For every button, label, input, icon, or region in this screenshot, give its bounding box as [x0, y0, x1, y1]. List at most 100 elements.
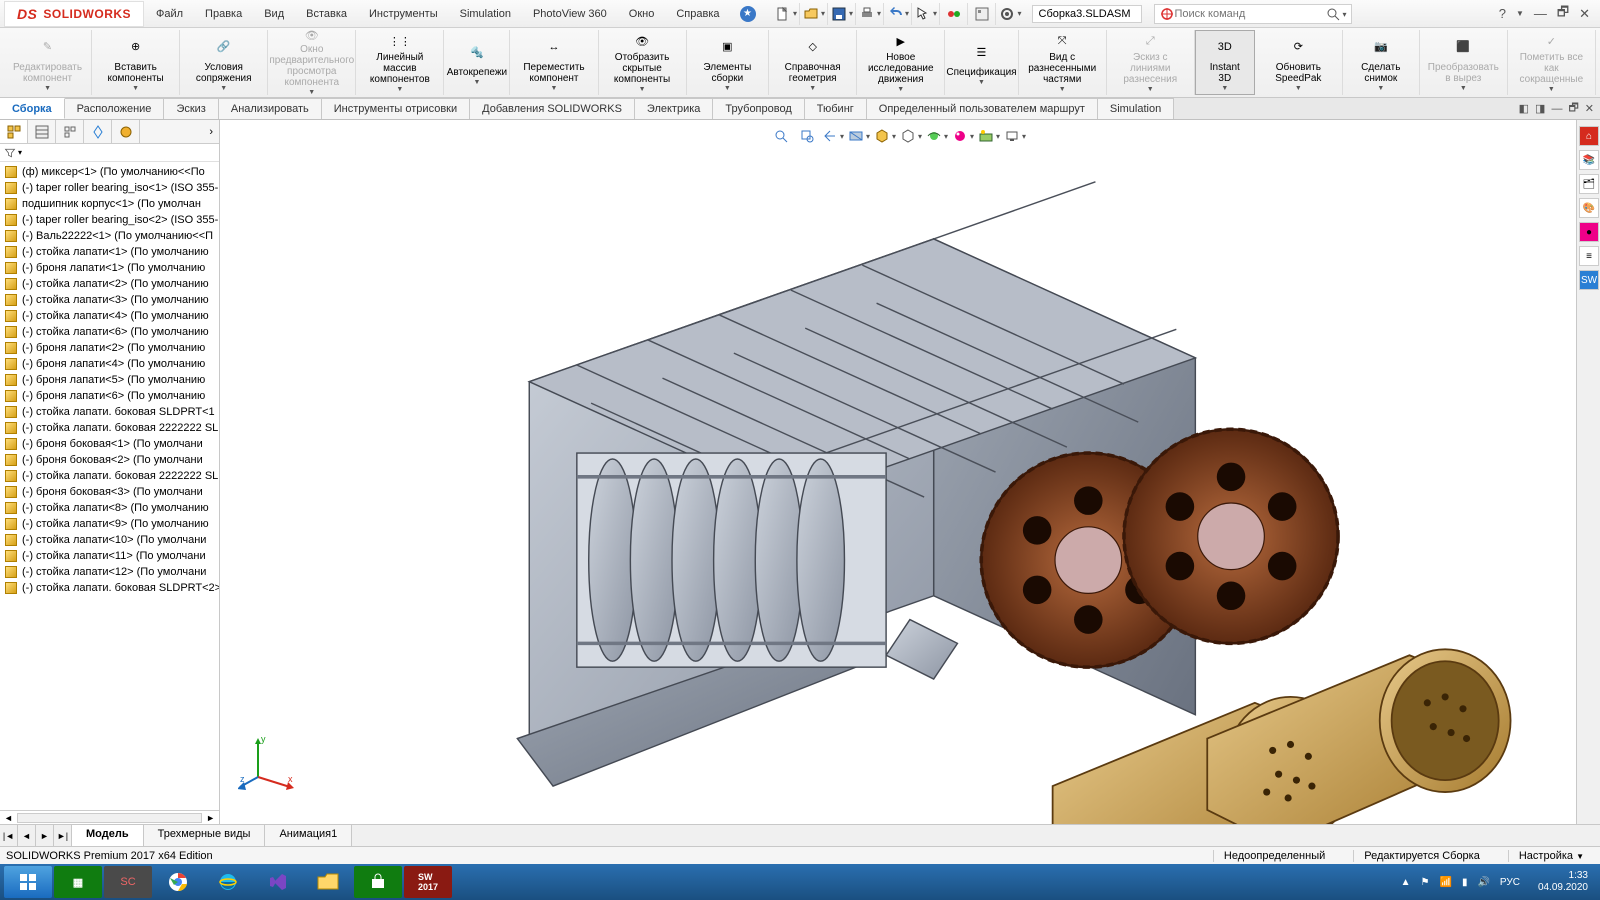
orientation-triad[interactable]: y x z — [238, 732, 298, 792]
help-question-icon[interactable]: ? — [1499, 6, 1506, 21]
tab-определенный-пользователем-маршрут[interactable]: Определенный пользователем маршрут — [867, 98, 1098, 119]
tab-добавления-solidworks[interactable]: Добавления SOLIDWORKS — [470, 98, 635, 119]
panel-toggle-right-icon[interactable]: ◨ — [1535, 102, 1545, 115]
tree-filter-row[interactable]: ▾ — [0, 144, 219, 162]
ribbon-условия-сопряжения[interactable]: 🔗Условия сопряжения▼ — [180, 30, 268, 95]
tab-эскиз[interactable]: Эскиз — [164, 98, 218, 119]
status-custom[interactable]: Настройка ▼ — [1508, 850, 1594, 862]
tab-next-icon[interactable]: ► — [36, 825, 54, 846]
tray-battery-icon[interactable]: ▮ — [1462, 877, 1468, 888]
ribbon-вставить-компоненты[interactable]: ⊕Вставить компоненты▼ — [92, 30, 180, 95]
menu-file[interactable]: Файл — [146, 4, 193, 24]
task-app1-icon[interactable]: SC — [104, 866, 152, 898]
motion-tab-трехмерные виды[interactable]: Трехмерные виды — [144, 825, 266, 846]
config-manager-tab[interactable] — [56, 120, 84, 143]
tree-item[interactable]: (-) броня боковая<2> (По умолчани — [0, 452, 219, 468]
undo-button[interactable] — [886, 3, 912, 25]
ribbon-переместить-компонент[interactable]: ↔Переместить компонент▼ — [510, 30, 598, 95]
resources-tab-icon[interactable]: ⌂ — [1579, 126, 1599, 146]
help-icon[interactable]: ★ — [740, 6, 756, 22]
new-doc-button[interactable] — [774, 3, 800, 25]
tree-item[interactable]: (-) броня лапати<6> (По умолчанию — [0, 388, 219, 404]
tree-hscroll[interactable]: ◄ ► — [0, 810, 219, 824]
feature-tree-tab[interactable] — [0, 120, 28, 143]
menu-help[interactable]: Справка — [666, 4, 729, 24]
ribbon-справочная-геометрия[interactable]: ◇Справочная геометрия▼ — [769, 30, 857, 95]
custom-props-icon[interactable]: ≡ — [1579, 246, 1599, 266]
tray-volume-icon[interactable]: 🔊 — [1477, 877, 1489, 888]
open-doc-button[interactable] — [802, 3, 828, 25]
task-explorer-icon[interactable] — [304, 866, 352, 898]
tab-тюбинг[interactable]: Тюбинг — [805, 98, 867, 119]
menu-photoview[interactable]: PhotoView 360 — [523, 4, 617, 24]
menu-insert[interactable]: Вставка — [296, 4, 357, 24]
scroll-right-icon[interactable]: ► — [202, 813, 219, 823]
tree-item[interactable]: (-) стойка лапати<1> (По умолчанию — [0, 244, 219, 260]
tab-last-icon[interactable]: ►| — [54, 825, 72, 846]
print-button[interactable] — [858, 3, 884, 25]
tree-item[interactable]: (-) броня боковая<3> (По умолчани — [0, 484, 219, 500]
task-excel-icon[interactable]: ▦ — [54, 866, 102, 898]
menu-edit[interactable]: Правка — [195, 4, 252, 24]
dim-expert-tab[interactable] — [84, 120, 112, 143]
select-button[interactable] — [914, 3, 940, 25]
task-vs-icon[interactable] — [254, 866, 302, 898]
property-manager-tab[interactable] — [28, 120, 56, 143]
tab-расположение[interactable]: Расположение — [65, 98, 165, 119]
motion-tab-модель[interactable]: Модель — [72, 825, 144, 846]
restore-button[interactable]: 🗗 — [1557, 3, 1569, 25]
tab-анализировать[interactable]: Анализировать — [219, 98, 322, 119]
start-button[interactable] — [4, 866, 52, 898]
search-dropdown-icon[interactable] — [1341, 8, 1347, 20]
scroll-left-icon[interactable]: ◄ — [0, 813, 17, 823]
tree-item[interactable]: (-) стойка лапати<2> (По умолчанию — [0, 276, 219, 292]
view-palette-icon[interactable]: 🎨 — [1579, 198, 1599, 218]
forum-icon[interactable]: SW — [1579, 270, 1599, 290]
graphics-viewport[interactable]: y x z — [220, 120, 1576, 824]
ribbon-элементы-сборки[interactable]: ▣Элементы сборки▼ — [687, 30, 770, 95]
menu-tools[interactable]: Инструменты — [359, 4, 448, 24]
ribbon-новое-исследование-движен[interactable]: ▶Новое исследование движения▼ — [857, 30, 945, 95]
doc-minimize-icon[interactable]: — — [1551, 103, 1562, 115]
task-store-icon[interactable] — [354, 866, 402, 898]
tree-item[interactable]: (-) стойка лапати<6> (По умолчанию — [0, 324, 219, 340]
settings-button[interactable] — [998, 3, 1024, 25]
tree-item[interactable]: (-) броня лапати<1> (По умолчанию — [0, 260, 219, 276]
command-search-input[interactable] — [1175, 8, 1325, 20]
design-library-icon[interactable]: 📚 — [1579, 150, 1599, 170]
options-button[interactable] — [970, 3, 996, 25]
menu-simulation[interactable]: Simulation — [450, 4, 521, 24]
tree-item[interactable]: (-) стойка лапати. боковая 2222222 SLI — [0, 420, 219, 436]
ribbon-отобразить-скрытые-компон[interactable]: 👁Отобразить скрытые компоненты▼ — [599, 30, 687, 95]
tree-item[interactable]: (-) стойка лапати. боковая SLDPRT<1 — [0, 404, 219, 420]
ribbon-вид-с-разнесенными-частям[interactable]: ⤧Вид с разнесенными частями▼ — [1019, 30, 1107, 95]
tray-up-icon[interactable]: ▲ — [1401, 877, 1411, 888]
tree-item[interactable]: (-) стойка лапати<8> (По умолчанию — [0, 500, 219, 516]
tree-item[interactable]: (-) стойка лапати<9> (По умолчанию — [0, 516, 219, 532]
expand-panel-icon[interactable]: › — [203, 120, 219, 143]
search-icon[interactable] — [1325, 6, 1341, 22]
tree-item[interactable]: (-) стойка лапати. боковая 2222222 SLI — [0, 468, 219, 484]
doc-restore-icon[interactable]: 🗗 — [1568, 99, 1578, 118]
ribbon-спецификация[interactable]: ☰Спецификация▼ — [945, 30, 1018, 95]
command-search[interactable] — [1154, 4, 1352, 24]
tab-инструменты-отрисовки[interactable]: Инструменты отрисовки — [322, 98, 470, 119]
tree-item[interactable]: (-) стойка лапати<12> (По умолчани — [0, 564, 219, 580]
menu-view[interactable]: Вид — [254, 4, 294, 24]
panel-toggle-left-icon[interactable]: ◧ — [1519, 102, 1529, 115]
minimize-button[interactable]: — — [1534, 6, 1547, 21]
system-tray[interactable]: ▲ ⚑ 📶 ▮ 🔊 РУС 1:33 04.09.2020 — [1401, 870, 1596, 894]
task-ie-icon[interactable] — [204, 866, 252, 898]
ribbon-instant-3d[interactable]: 3DInstant 3D▼ — [1195, 30, 1255, 95]
save-button[interactable] — [830, 3, 856, 25]
tree-item[interactable]: (-) броня боковая<1> (По умолчани — [0, 436, 219, 452]
task-solidworks-icon[interactable]: SW2017 — [404, 866, 452, 898]
tab-сборка[interactable]: Сборка — [0, 98, 65, 119]
ribbon-автокрепежи[interactable]: 🔩Автокрепежи▼ — [444, 30, 510, 95]
tree-item[interactable]: (-) стойка лапати<11> (По умолчани — [0, 548, 219, 564]
tray-network-icon[interactable]: 📶 — [1439, 877, 1451, 888]
tree-item[interactable]: (-) стойка лапати. боковая SLDPRT<2> — [0, 580, 219, 596]
tab-электрика[interactable]: Электрика — [635, 98, 714, 119]
task-chrome-icon[interactable] — [154, 866, 202, 898]
tree-item[interactable]: подшипник корпус<1> (По умолчан — [0, 196, 219, 212]
